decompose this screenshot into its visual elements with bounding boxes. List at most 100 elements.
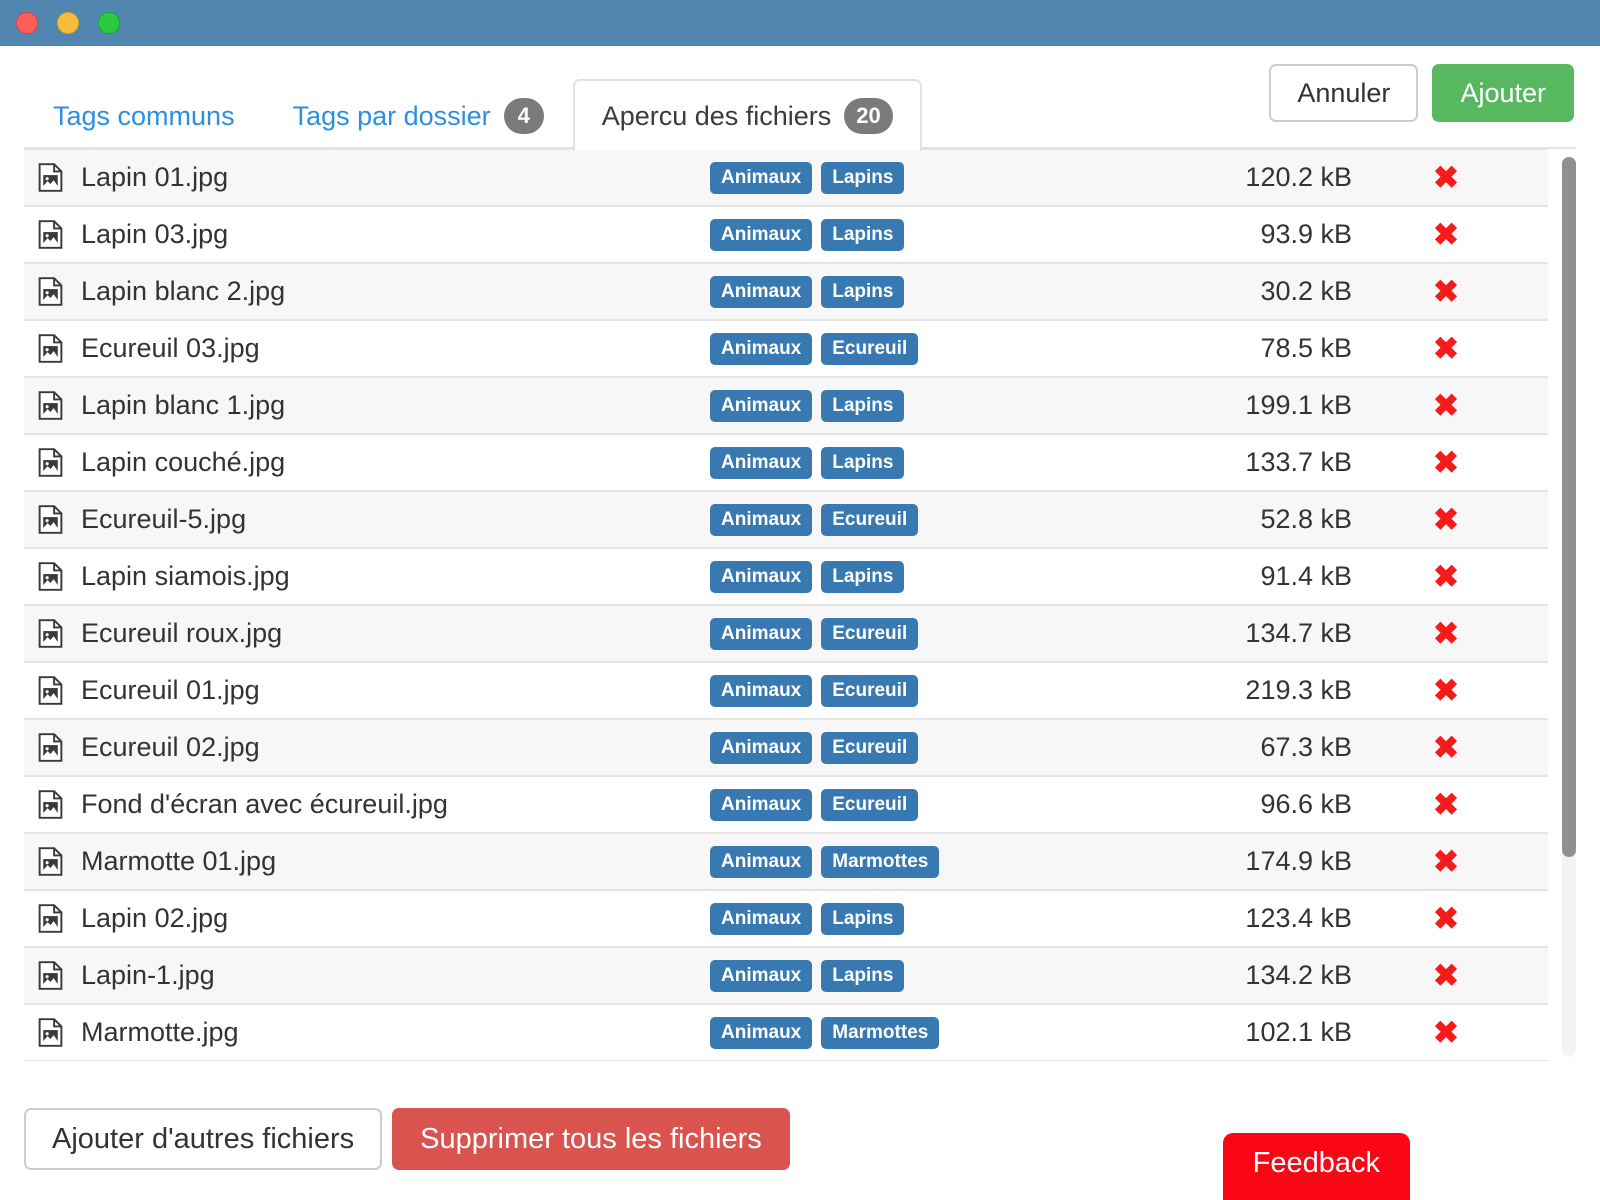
list-scrollbar-thumb[interactable] <box>1562 157 1576 857</box>
file-tag[interactable]: Lapins <box>821 446 905 479</box>
tab-apercu-des-fichiers[interactable]: Apercu des fichiers 20 <box>572 79 922 151</box>
file-tag[interactable]: Ecureuil <box>821 731 919 764</box>
tab-tags-par-dossier[interactable]: Tags par dossier 4 <box>264 79 573 151</box>
delete-x-icon[interactable]: ✖ <box>1433 675 1459 706</box>
file-row[interactable]: Lapin blanc 1.jpg Animaux Lapins 199.1 kB ✖ <box>24 377 1548 434</box>
file-tag[interactable]: Ecureuil <box>821 332 919 365</box>
file-tag[interactable]: Animaux <box>710 389 813 422</box>
file-tag[interactable]: Animaux <box>710 617 813 650</box>
remove-all-files-button[interactable]: Supprimer tous les fichiers <box>392 1108 790 1170</box>
tab-tags-communs[interactable]: Tags communs <box>24 79 264 151</box>
file-row[interactable]: Fond d'écran avec écureuil.jpg Animaux Ecu… <box>24 776 1548 833</box>
file-delete-cell: ✖ <box>1352 789 1540 820</box>
file-tag[interactable]: Lapins <box>821 959 905 992</box>
delete-x-icon[interactable]: ✖ <box>1433 618 1459 649</box>
file-tag[interactable]: Animaux <box>710 446 813 479</box>
file-name-label: Ecureuil roux.jpg <box>81 618 283 648</box>
file-name-label: Marmotte.jpg <box>81 1017 239 1047</box>
feedback-button[interactable]: Feedback <box>1222 1133 1410 1200</box>
delete-x-icon[interactable]: ✖ <box>1433 219 1459 250</box>
image-file-icon <box>38 904 63 933</box>
file-delete-cell: ✖ <box>1352 618 1540 649</box>
file-tag[interactable]: Lapins <box>821 218 905 251</box>
file-row[interactable]: Lapin siamois.jpg Animaux Lapins 91.4 kB ✖ <box>24 548 1548 605</box>
delete-x-icon[interactable]: ✖ <box>1433 561 1459 592</box>
file-tag[interactable]: Ecureuil <box>821 617 919 650</box>
delete-x-icon[interactable]: ✖ <box>1433 162 1459 193</box>
file-tag[interactable]: Marmottes <box>821 845 940 878</box>
file-row[interactable]: Lapin couché.jpg Animaux Lapins 133.7 kB ✖ <box>24 434 1548 491</box>
file-row[interactable]: Ecureuil 02.jpg Animaux Ecureuil 67.3 kB ✖ <box>24 719 1548 776</box>
file-name-label: Lapin 02.jpg <box>81 903 229 933</box>
add-button[interactable]: Ajouter <box>1432 64 1574 122</box>
file-tag[interactable]: Animaux <box>710 332 813 365</box>
file-tag[interactable]: Animaux <box>710 788 813 821</box>
file-row[interactable]: Lapin 02.jpg Animaux Lapins 123.4 kB ✖ <box>24 890 1548 947</box>
file-row[interactable]: Marmotte 01.jpg Animaux Marmottes 174.9 kB ✖ <box>24 833 1548 890</box>
file-size-label: 78.5 kB <box>1260 333 1352 363</box>
file-tag[interactable]: Lapins <box>821 161 905 194</box>
minimize-window-button[interactable] <box>57 12 79 34</box>
file-tag[interactable]: Animaux <box>710 161 813 194</box>
image-file-icon <box>38 448 63 477</box>
delete-x-icon[interactable]: ✖ <box>1433 276 1459 307</box>
file-tag[interactable]: Animaux <box>710 959 813 992</box>
file-row[interactable]: Marmotte.jpg Animaux Marmottes 102.1 kB ✖ <box>24 1004 1548 1061</box>
file-size-label: 120.2 kB <box>1245 162 1352 192</box>
file-list-scroll-area[interactable]: Lapin 01.jpg Animaux Lapins 120.2 kB ✖ Lapin … <box>24 149 1576 1090</box>
file-row[interactable]: Ecureuil 01.jpg Animaux Ecureuil 219.3 kB ✖ <box>24 662 1548 719</box>
delete-x-icon[interactable]: ✖ <box>1433 903 1459 934</box>
tab-label: Apercu des fichiers <box>601 101 832 131</box>
file-tag[interactable]: Ecureuil <box>821 788 919 821</box>
file-size-label: 67.3 kB <box>1260 732 1352 762</box>
file-row[interactable]: Ecureuil roux.jpg Animaux Ecureuil 134.7 kB… <box>24 605 1548 662</box>
delete-x-icon[interactable]: ✖ <box>1433 732 1459 763</box>
file-tag[interactable]: Lapins <box>821 275 905 308</box>
file-tag[interactable]: Animaux <box>710 560 813 593</box>
file-tag[interactable]: Marmottes <box>821 1016 940 1049</box>
list-scrollbar-track[interactable] <box>1562 157 1576 1057</box>
file-delete-cell: ✖ <box>1352 333 1540 364</box>
file-tag[interactable]: Lapins <box>821 560 905 593</box>
close-window-button[interactable] <box>16 12 38 34</box>
delete-x-icon[interactable]: ✖ <box>1433 333 1459 364</box>
file-row[interactable]: Lapin 01.jpg Animaux Lapins 120.2 kB ✖ <box>24 149 1548 206</box>
file-tag[interactable]: Animaux <box>710 674 813 707</box>
image-file-icon <box>38 619 63 648</box>
file-row[interactable]: Lapin-1.jpg Animaux Lapins 134.2 kB ✖ <box>24 947 1548 1004</box>
cancel-button[interactable]: Annuler <box>1269 64 1419 122</box>
file-tag[interactable]: Ecureuil <box>821 503 919 536</box>
file-name-cell: Lapin 03.jpg <box>38 219 710 250</box>
delete-x-icon[interactable]: ✖ <box>1433 1017 1459 1048</box>
file-tag[interactable]: Animaux <box>710 1016 813 1049</box>
app-window: Tags communs Tags par dossier 4 Apercu d… <box>0 0 1600 1200</box>
maximize-window-button[interactable] <box>98 12 120 34</box>
file-name-cell: Marmotte 01.jpg <box>38 846 710 877</box>
image-file-icon <box>38 163 63 192</box>
file-tag[interactable]: Animaux <box>710 845 813 878</box>
file-name-label: Lapin couché.jpg <box>81 447 286 477</box>
file-name-label: Ecureuil 02.jpg <box>81 732 260 762</box>
file-tag[interactable]: Lapins <box>821 902 905 935</box>
file-tag[interactable]: Animaux <box>710 503 813 536</box>
delete-x-icon[interactable]: ✖ <box>1433 960 1459 991</box>
file-row[interactable]: Lapin blanc 2.jpg Animaux Lapins 30.2 kB ✖ <box>24 263 1548 320</box>
tab-count-badge: 4 <box>503 98 544 134</box>
file-tag[interactable]: Animaux <box>710 218 813 251</box>
delete-x-icon[interactable]: ✖ <box>1433 447 1459 478</box>
file-row[interactable]: Ecureuil-5.jpg Animaux Ecureuil 52.8 kB ✖ <box>24 491 1548 548</box>
file-row[interactable]: Ecureuil 03.jpg Animaux Ecureuil 78.5 kB ✖ <box>24 320 1548 377</box>
file-tag[interactable]: Animaux <box>710 731 813 764</box>
file-tags-cell: Animaux Ecureuil <box>710 731 1102 764</box>
file-tag[interactable]: Lapins <box>821 389 905 422</box>
file-tag[interactable]: Animaux <box>710 275 813 308</box>
delete-x-icon[interactable]: ✖ <box>1433 504 1459 535</box>
file-tag[interactable]: Animaux <box>710 902 813 935</box>
add-more-files-button[interactable]: Ajouter d'autres fichiers <box>24 1108 383 1170</box>
delete-x-icon[interactable]: ✖ <box>1433 846 1459 877</box>
file-row[interactable]: Lapin 03.jpg Animaux Lapins 93.9 kB ✖ <box>24 206 1548 263</box>
delete-x-icon[interactable]: ✖ <box>1433 789 1459 820</box>
file-tag[interactable]: Ecureuil <box>821 674 919 707</box>
delete-x-icon[interactable]: ✖ <box>1433 390 1459 421</box>
tab-label: Tags communs <box>53 101 235 131</box>
